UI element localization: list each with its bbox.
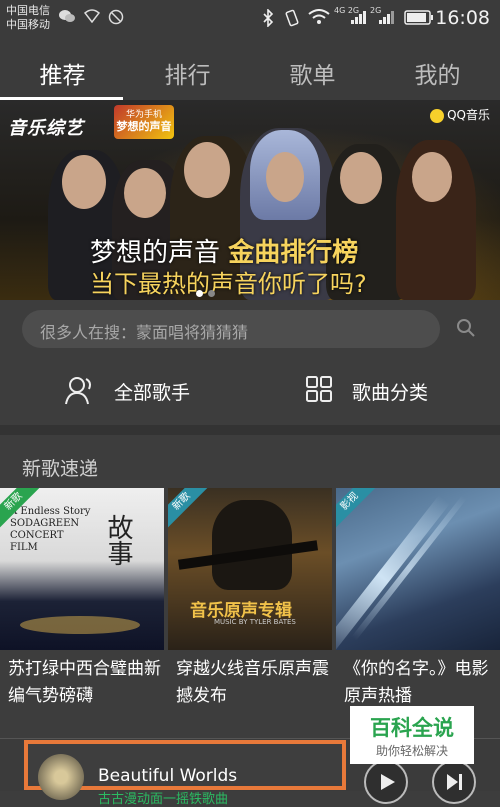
- tab-mine[interactable]: 我的: [375, 56, 500, 90]
- play-icon: [381, 774, 395, 790]
- play-button[interactable]: [364, 760, 408, 804]
- next-icon: [447, 774, 462, 790]
- banner-face-5: [340, 152, 382, 204]
- card-1-title[interactable]: 苏打绿中西合璧曲新编气势磅礴: [8, 656, 168, 710]
- carrier-2: 中国移动: [6, 18, 50, 31]
- watermark-logo: 百科全说 助你轻松解决: [350, 706, 474, 764]
- new-songs-title: 新歌速递: [22, 458, 99, 480]
- album-art: [38, 754, 84, 800]
- section-divider: [0, 425, 500, 435]
- watermark-title: 百科全说: [370, 716, 454, 740]
- show-badge: 华为手机 梦想的声音: [114, 105, 174, 139]
- battery-icon: [404, 10, 434, 29]
- show-logo: 音乐综艺: [8, 118, 84, 139]
- wifi-question-icon: [83, 9, 101, 27]
- banner-subheadline: 当下最热的声音你听了吗?: [90, 270, 367, 298]
- banner-face-4: [266, 152, 304, 202]
- tab-ranking[interactable]: 排行: [125, 56, 250, 90]
- card-2-cover-sub: MUSIC BY TYLER BATES: [214, 618, 296, 626]
- next-button[interactable]: [432, 760, 476, 804]
- promo-banner[interactable]: 音乐综艺 华为手机 梦想的声音 QQ音乐 梦想的声音 金曲排行榜 当下最热的声音…: [0, 100, 500, 300]
- singer-icon: [64, 374, 98, 410]
- carousel-dot[interactable]: [208, 290, 215, 297]
- new-song-card-1[interactable]: A Endless Story SODAGREEN CONCERT FILM 故…: [0, 488, 164, 650]
- brand-label: QQ音乐: [430, 106, 490, 123]
- card-3-comet-2: [351, 495, 467, 641]
- all-singers-label: 全部歌手: [114, 382, 191, 404]
- brand-text: QQ音乐: [447, 108, 490, 122]
- signal-icon-1: [350, 9, 366, 29]
- watermark-subtitle: 助你轻松解决: [375, 744, 448, 758]
- card-2-tag: 新歌: [168, 488, 211, 531]
- new-song-card-3[interactable]: 影视: [336, 488, 500, 650]
- song-title: Beautiful Worlds: [98, 766, 238, 786]
- card-1-cover-calligraphy: 故事: [103, 514, 133, 566]
- all-singers-button[interactable]: 全部歌手: [64, 370, 224, 410]
- wifi-icon: [308, 9, 330, 29]
- banner-face-3: [184, 142, 230, 198]
- blocked-icon: [108, 9, 124, 29]
- card-2-title[interactable]: 穿越火线音乐原声震撼发布: [176, 656, 336, 710]
- signal-icon-2: [378, 9, 394, 29]
- banner-face-2: [124, 168, 166, 218]
- card-1-stage-light: [20, 616, 140, 634]
- status-bar: 中国电信 中国移动 4G 2G 2G 16:08: [0, 0, 500, 36]
- card-3-comet: [336, 494, 451, 650]
- bluetooth-icon: [262, 8, 274, 31]
- search-input[interactable]: 很多人在搜：蒙面唱将猜猜猜: [22, 310, 440, 348]
- banner-face-6: [412, 152, 452, 202]
- qq-music-icon: [430, 108, 445, 123]
- clock: 16:08: [435, 7, 490, 29]
- carrier-1: 中国电信: [6, 4, 50, 17]
- card-3-tag: 影视: [336, 488, 379, 531]
- top-tab-bar: 推荐 排行 歌单 我的: [0, 36, 500, 100]
- tab-recommend[interactable]: 推荐: [0, 56, 125, 90]
- grid-icon: [306, 376, 332, 406]
- vibrate-icon: [284, 9, 300, 31]
- search-icon[interactable]: [456, 318, 476, 338]
- new-song-card-2[interactable]: 音乐原声专辑 MUSIC BY TYLER BATES 新歌: [168, 488, 332, 650]
- tab-playlists[interactable]: 歌单: [250, 56, 375, 90]
- banner-face-1: [62, 155, 106, 209]
- song-categories-button[interactable]: 歌曲分类: [306, 370, 466, 410]
- search-placeholder: 很多人在搜：蒙面唱将猜猜猜: [40, 323, 249, 342]
- song-subtitle: 古古漫动面一摇铁歌曲: [98, 792, 229, 807]
- now-playing-highlight[interactable]: Beautiful Worlds 古古漫动面一摇铁歌曲: [24, 740, 346, 807]
- wechat-icon: [58, 9, 76, 27]
- song-categories-label: 歌曲分类: [352, 382, 429, 404]
- carousel-dot-active[interactable]: [196, 290, 203, 297]
- card-1-cover-text: A Endless Story SODAGREEN CONCERT FILM: [10, 506, 91, 553]
- carousel-dots: [196, 282, 220, 300]
- card-3-title[interactable]: 《你的名字。》电影原声热播: [344, 656, 494, 710]
- show-badge-name: 梦想的声音: [116, 120, 172, 133]
